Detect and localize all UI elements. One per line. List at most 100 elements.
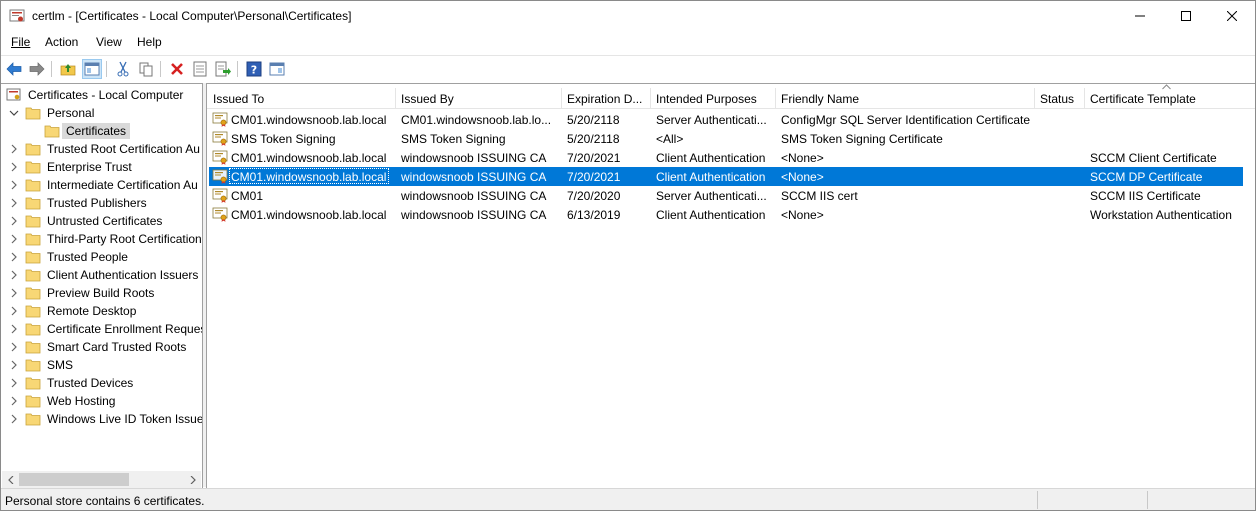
- chevron-right-icon[interactable]: [9, 252, 19, 262]
- cell-friendly: ConfigMgr SQL Server Identification Cert…: [781, 113, 1030, 127]
- status-bar: Personal store contains 6 certificates.: [1, 488, 1255, 510]
- properties-button[interactable]: [190, 59, 210, 79]
- tree-item-certificates[interactable]: Certificates: [1, 122, 201, 140]
- tree-store-label: Third-Party Root Certification: [47, 232, 202, 246]
- export-list-button[interactable]: [213, 59, 233, 79]
- chevron-right-icon[interactable]: [9, 396, 19, 406]
- menu-help[interactable]: Help: [137, 35, 162, 49]
- scroll-right-button[interactable]: [184, 471, 201, 488]
- cell-purposes: Client Authentication: [656, 170, 766, 184]
- show-hide-action-pane-button[interactable]: [267, 59, 287, 79]
- chevron-right-icon[interactable]: [9, 144, 19, 154]
- column-header-issued-by[interactable]: Issued By: [395, 88, 561, 108]
- close-button[interactable]: [1209, 1, 1255, 31]
- chevron-right-icon[interactable]: [9, 270, 19, 280]
- chevron-right-icon[interactable]: [9, 234, 19, 244]
- scroll-thumb[interactable]: [19, 473, 129, 486]
- up-folder-icon: [60, 64, 76, 76]
- tree-item-store[interactable]: SMS: [1, 356, 201, 374]
- column-header-friendly-name[interactable]: Friendly Name: [775, 88, 1034, 108]
- maximize-button[interactable]: [1163, 1, 1209, 31]
- back-arrow-icon: [6, 62, 22, 76]
- chevron-right-icon[interactable]: [9, 180, 19, 190]
- tree-item-store[interactable]: Intermediate Certification Au: [1, 176, 201, 194]
- table-row[interactable]: CM01.windowsnoob.lab.local windowsnoob IS…: [209, 148, 1243, 167]
- show-hide-console-tree-button[interactable]: [82, 59, 102, 79]
- tree-item-store[interactable]: Remote Desktop: [1, 302, 201, 320]
- chevron-right-icon[interactable]: [9, 162, 19, 172]
- tree-item-store[interactable]: Preview Build Roots: [1, 284, 201, 302]
- cell-friendly: <None>: [781, 151, 824, 165]
- table-row[interactable]: SMS Token Signing SMS Token Signing 5/20/2…: [209, 129, 1243, 148]
- tree-item-store[interactable]: Third-Party Root Certification: [1, 230, 202, 248]
- title-bar[interactable]: certlm - [Certificates - Local Computer\…: [1, 1, 1255, 31]
- column-intended-purposes-label: Intended Purposes: [656, 92, 757, 106]
- tree-item-personal[interactable]: Personal: [1, 104, 201, 122]
- column-header-issued-to[interactable]: Issued To: [207, 88, 395, 108]
- console-tree[interactable]: Certificates - Local Computer Personal C…: [1, 83, 203, 488]
- delete-button[interactable]: [167, 59, 187, 79]
- table-row[interactable]: CM01.windowsnoob.lab.local windowsnoob IS…: [209, 167, 1243, 186]
- tree-item-root[interactable]: Certificates - Local Computer: [1, 86, 201, 104]
- tree-store-label: Client Authentication Issuers: [47, 268, 199, 282]
- up-one-level-button[interactable]: [58, 59, 78, 79]
- scroll-left-button[interactable]: [2, 471, 19, 488]
- cut-icon: [117, 61, 129, 77]
- chevron-right-icon[interactable]: [9, 378, 19, 388]
- chevron-right-icon[interactable]: [9, 342, 19, 352]
- tree-item-store[interactable]: Trusted People: [1, 248, 201, 266]
- help-button[interactable]: ?: [244, 59, 264, 79]
- column-header-intended-purposes[interactable]: Intended Purposes: [650, 88, 775, 108]
- table-row[interactable]: CM01.windowsnoob.lab.local windowsnoob IS…: [209, 205, 1243, 224]
- menu-action[interactable]: Action: [45, 35, 78, 49]
- tree-item-store[interactable]: Enterprise Trust: [1, 158, 201, 176]
- chevron-right-icon[interactable]: [9, 306, 19, 316]
- delete-icon: [171, 63, 183, 75]
- column-header-expiration[interactable]: Expiration D...: [561, 88, 650, 108]
- chevron-right-icon[interactable]: [9, 288, 19, 298]
- chevron-right-icon[interactable]: [9, 324, 19, 334]
- back-button[interactable]: [4, 59, 24, 79]
- tree-store-label: Trusted Root Certification Au: [47, 142, 200, 156]
- tree-root-label: Certificates - Local Computer: [28, 88, 184, 102]
- chevron-right-icon[interactable]: [9, 414, 19, 424]
- tree-item-store[interactable]: Client Authentication Issuers: [1, 266, 201, 284]
- cell-purposes: Server Authenticati...: [656, 113, 767, 127]
- forward-button[interactable]: [27, 59, 47, 79]
- menu-file[interactable]: File: [11, 35, 30, 49]
- cell-expiration: 7/20/2020: [567, 189, 621, 203]
- toolbar-separator: [160, 61, 161, 77]
- certificate-manager-icon[interactable]: [9, 8, 25, 24]
- column-header-status[interactable]: Status: [1034, 88, 1084, 108]
- copy-button[interactable]: [136, 59, 156, 79]
- chevron-right-icon[interactable]: [9, 198, 19, 208]
- chevron-right-icon[interactable]: [9, 360, 19, 370]
- list-header: Issued To Issued By Expiration D... Inte…: [207, 84, 1255, 109]
- table-row[interactable]: CM01 windowsnoob ISSUING CA 7/20/2020 Serve…: [209, 186, 1243, 205]
- minimize-button[interactable]: [1117, 1, 1163, 31]
- column-header-certificate-template[interactable]: Certificate Template: [1084, 88, 1254, 108]
- cut-button[interactable]: [113, 59, 133, 79]
- folder-icon: [25, 197, 41, 210]
- folder-icon: [44, 125, 60, 138]
- toolbar-separator: [237, 61, 238, 77]
- tree-item-store[interactable]: Untrusted Certificates: [1, 212, 201, 230]
- column-certificate-template-label: Certificate Template: [1090, 92, 1196, 106]
- certificate-list[interactable]: Issued To Issued By Expiration D... Inte…: [206, 83, 1255, 488]
- folder-icon: [25, 323, 41, 336]
- tree-item-store[interactable]: Smart Card Trusted Roots: [1, 338, 201, 356]
- tree-item-store[interactable]: Web Hosting: [1, 392, 201, 410]
- certificate-icon: [212, 169, 228, 184]
- table-row[interactable]: CM01.windowsnoob.lab.local CM01.windowsno…: [209, 110, 1243, 129]
- chevron-right-icon[interactable]: [9, 216, 19, 226]
- tree-item-store[interactable]: Certificate Enrollment Reques: [1, 320, 202, 338]
- tree-store-label: SMS: [47, 358, 74, 372]
- tree-item-store[interactable]: Trusted Devices: [1, 374, 201, 392]
- tree-item-store[interactable]: Trusted Root Certification Au: [1, 140, 201, 158]
- tree-item-store[interactable]: Windows Live ID Token Issuer: [1, 410, 202, 428]
- chevron-down-icon[interactable]: [9, 108, 19, 118]
- menu-view[interactable]: View: [96, 35, 122, 49]
- tree-item-store[interactable]: Trusted Publishers: [1, 194, 201, 212]
- tree-horizontal-scrollbar[interactable]: [2, 471, 201, 488]
- show-hide-action-pane-icon: [269, 62, 285, 76]
